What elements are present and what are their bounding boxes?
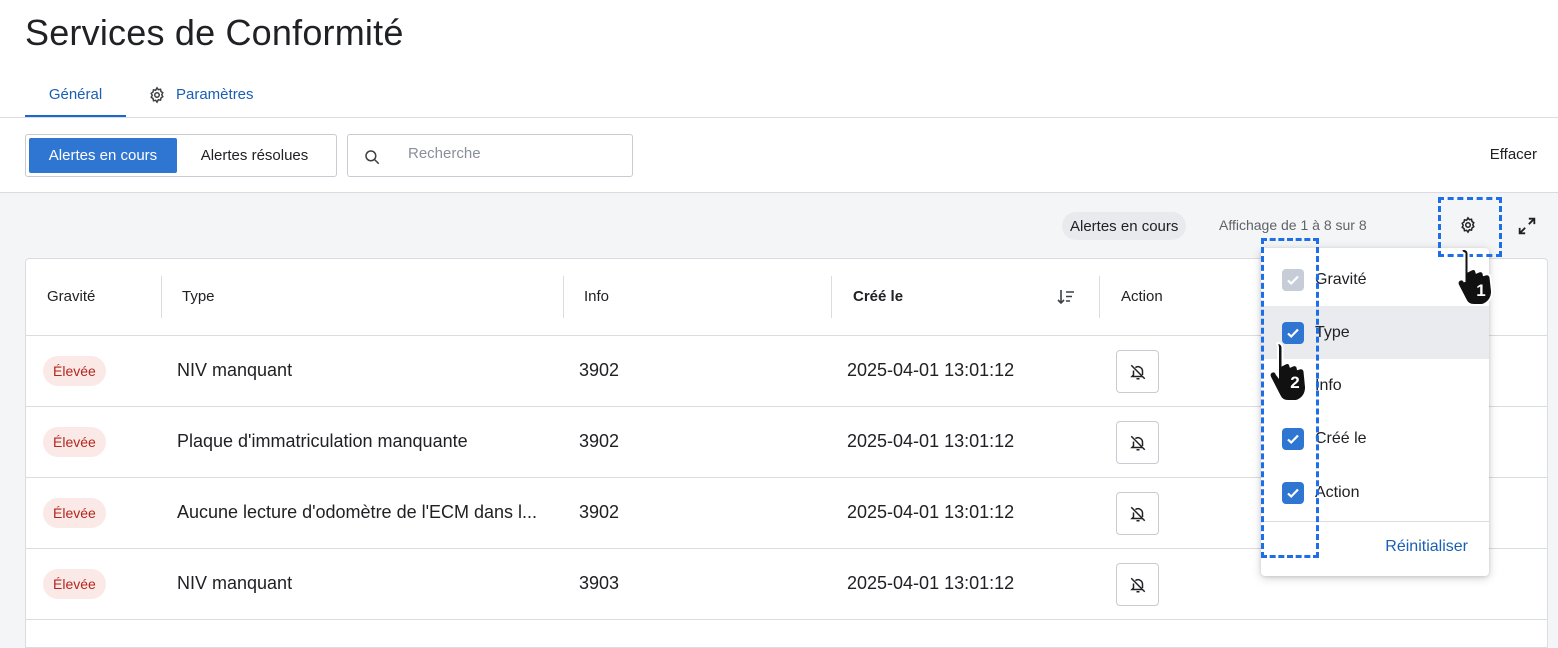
header-info[interactable]: Info [584, 288, 609, 305]
tabs-divider [0, 117, 1558, 118]
info-cell: 3902 [579, 502, 620, 522]
header-type[interactable]: Type [182, 288, 215, 305]
header-cree-le[interactable]: Créé le [853, 288, 903, 305]
checkmark-icon [1287, 434, 1299, 444]
type-cell: NIV manquant [177, 360, 293, 380]
created-cell: 2025-04-01 13:01:12 [847, 431, 1015, 451]
column-resizer[interactable] [1099, 276, 1100, 318]
mute-alert-button[interactable] [1116, 563, 1159, 606]
checkbox-cree-le[interactable] [1282, 427, 1304, 450]
severity-badge: Élevée [43, 356, 106, 386]
checkbox-type[interactable] [1282, 321, 1304, 344]
tab-general-label: Général [48, 86, 103, 103]
checkbox-action[interactable] [1282, 481, 1304, 504]
info-cell: 3902 [579, 431, 620, 451]
option-label: Action [1315, 483, 1360, 501]
column-option-info[interactable]: Info [1261, 359, 1489, 412]
gear-icon [1461, 216, 1475, 234]
bell-off-icon [1129, 506, 1145, 521]
column-visibility-menu: Gravité Type Info Créé le Action Réiniti… [1261, 248, 1489, 576]
option-label: Type [1315, 323, 1350, 341]
checkbox-info[interactable] [1282, 374, 1304, 397]
column-resizer[interactable] [563, 276, 564, 318]
gear-icon [150, 86, 164, 104]
column-option-gravite: Gravité [1261, 253, 1489, 306]
bell-off-icon [1129, 435, 1145, 450]
filter-chip: Alertes en cours [1062, 212, 1187, 240]
option-label: Info [1315, 376, 1342, 394]
sort-descending-icon[interactable] [1057, 289, 1075, 305]
created-cell: 2025-04-01 13:01:12 [847, 502, 1015, 522]
info-cell: 3902 [579, 360, 620, 380]
page-title: Services de Conformité [25, 12, 404, 53]
mute-alert-button[interactable] [1116, 350, 1159, 393]
column-resizer[interactable] [161, 276, 162, 318]
bell-off-icon [1129, 577, 1145, 592]
created-cell: 2025-04-01 13:01:12 [847, 360, 1015, 380]
checkmark-icon [1287, 275, 1299, 285]
type-cell: Plaque d'immatriculation manquante [177, 431, 468, 451]
checkbox-gravite [1282, 268, 1304, 291]
column-option-action[interactable]: Action [1261, 466, 1489, 519]
created-cell: 2025-04-01 13:01:12 [847, 573, 1015, 593]
resolved-alerts-button[interactable]: Alertes résolues [177, 138, 332, 173]
search-input[interactable] [408, 145, 618, 162]
search-icon [365, 150, 380, 165]
column-option-cree-le[interactable]: Créé le [1261, 412, 1489, 465]
clear-button[interactable]: Effacer [1490, 146, 1537, 163]
tab-parametres[interactable]: Paramètres [148, 82, 254, 118]
severity-badge: Élevée [43, 427, 106, 457]
header-gravite[interactable]: Gravité [47, 288, 95, 305]
reset-columns-button[interactable]: Réinitialiser [1385, 538, 1468, 556]
tab-parametres-label: Paramètres [176, 86, 254, 103]
checkmark-icon [1287, 328, 1299, 338]
mute-alert-button[interactable] [1116, 421, 1159, 464]
menu-divider [1261, 521, 1489, 522]
current-alerts-button[interactable]: Alertes en cours [29, 138, 177, 173]
option-label: Créé le [1315, 429, 1367, 447]
column-option-type[interactable]: Type [1261, 306, 1489, 359]
tab-general[interactable]: Général [25, 82, 126, 118]
column-resizer[interactable] [831, 276, 832, 318]
severity-badge: Élevée [43, 498, 106, 528]
column-settings-button[interactable] [1456, 213, 1480, 237]
tab-bar: Général Paramètres [25, 82, 254, 118]
header-action[interactable]: Action [1121, 288, 1163, 305]
info-cell: 3903 [579, 573, 620, 593]
type-cell: Aucune lecture d'odomètre de l'ECM dans … [177, 502, 538, 522]
mute-alert-button[interactable] [1116, 492, 1159, 535]
expand-icon[interactable] [1516, 215, 1538, 237]
type-cell: NIV manquant [177, 573, 293, 593]
checkmark-icon [1287, 488, 1299, 498]
alert-status-toggle: Alertes en cours Alertes résolues [25, 134, 337, 177]
bell-off-icon [1129, 364, 1145, 379]
results-count: Affichage de 1 à 8 sur 8 [1219, 217, 1367, 233]
option-label: Gravité [1315, 270, 1367, 288]
search-box [347, 134, 633, 177]
severity-badge: Élevée [43, 569, 106, 599]
